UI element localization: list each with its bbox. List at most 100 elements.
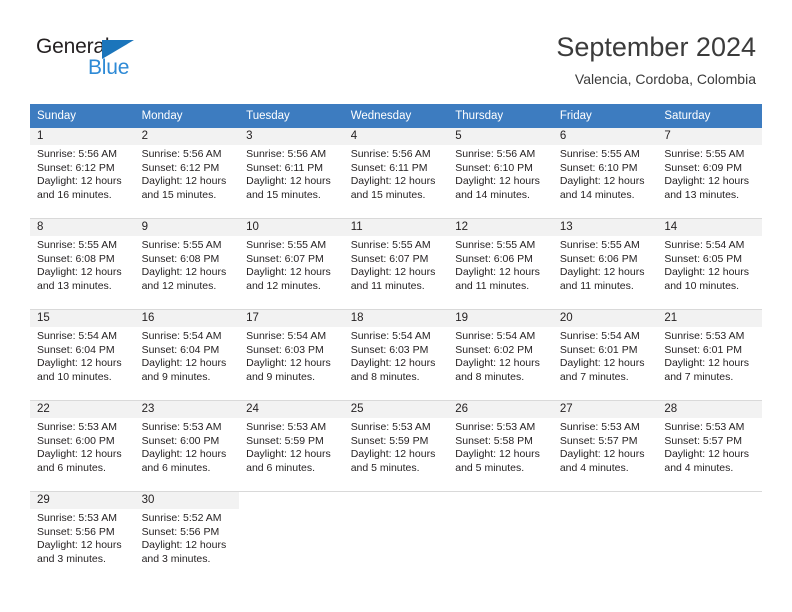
daylight-text-line2: and 7 minutes. <box>664 370 734 383</box>
day-number: 26 <box>448 401 553 418</box>
title-block: September 2024 Valencia, Cordoba, Colomb… <box>556 30 756 88</box>
calendar-day-cell[interactable]: 26 Sunrise: 5:53 AM Sunset: 5:58 PM Dayl… <box>448 400 553 492</box>
calendar-day-cell[interactable]: 7 Sunrise: 5:55 AM Sunset: 6:09 PM Dayli… <box>657 128 762 219</box>
sunrise-text: Sunrise: 5:55 AM <box>37 239 117 251</box>
daylight-text-line1: Daylight: 12 hours <box>141 539 227 552</box>
day-number: 28 <box>657 401 762 418</box>
day-details: Sunrise: 5:52 AM Sunset: 5:56 PM Dayligh… <box>135 509 240 566</box>
daylight-text-line1: Daylight: 12 hours <box>350 357 436 370</box>
calendar-day-cell[interactable]: 2 Sunrise: 5:56 AM Sunset: 6:12 PM Dayli… <box>134 128 240 219</box>
calendar-day-cell[interactable]: 27 Sunrise: 5:53 AM Sunset: 5:57 PM Dayl… <box>552 400 658 492</box>
sunset-text: Sunset: 6:06 PM <box>559 252 638 265</box>
daylight-text-line2: and 15 minutes. <box>246 188 321 201</box>
calendar-day-cell[interactable]: 30 Sunrise: 5:52 AM Sunset: 5:56 PM Dayl… <box>134 491 240 582</box>
daylight-text-line1: Daylight: 12 hours <box>455 266 540 279</box>
day-cell-inner: 17 Sunrise: 5:54 AM Sunset: 6:03 PM Dayl… <box>239 310 344 400</box>
daylight-text-line2: and 11 minutes. <box>350 279 425 292</box>
calendar-day-cell-empty <box>448 491 553 582</box>
sunrise-text: Sunrise: 5:56 AM <box>141 148 222 160</box>
day-details: Sunrise: 5:53 AM Sunset: 6:00 PM Dayligh… <box>135 418 240 475</box>
sunset-text: Sunset: 5:57 PM <box>664 434 743 447</box>
calendar-day-cell[interactable]: 3 Sunrise: 5:56 AM Sunset: 6:11 PM Dayli… <box>239 128 344 219</box>
calendar-day-cell[interactable]: 4 Sunrise: 5:56 AM Sunset: 6:11 PM Dayli… <box>343 128 449 219</box>
sunrise-text: Sunrise: 5:54 AM <box>455 330 536 342</box>
daylight-text-line1: Daylight: 12 hours <box>664 357 750 370</box>
calendar-day-cell[interactable]: 15 Sunrise: 5:54 AM Sunset: 6:04 PM Dayl… <box>30 309 135 401</box>
sunset-text: Sunset: 5:57 PM <box>559 434 638 447</box>
sunrise-text: Sunrise: 5:52 AM <box>141 512 222 524</box>
day-number: 14 <box>657 219 762 236</box>
sunrise-text: Sunrise: 5:55 AM <box>559 239 640 251</box>
day-cell-inner: 20 Sunrise: 5:54 AM Sunset: 6:01 PM Dayl… <box>552 310 658 400</box>
day-number: 22 <box>30 401 135 418</box>
sunrise-text: Sunrise: 5:54 AM <box>350 330 431 342</box>
daylight-text-line1: Daylight: 12 hours <box>350 175 436 188</box>
sunset-text: Sunset: 6:07 PM <box>350 252 429 265</box>
day-details: Sunrise: 5:55 AM Sunset: 6:09 PM Dayligh… <box>657 145 762 202</box>
sunset-text: Sunset: 6:01 PM <box>559 343 638 356</box>
day-cell-inner: 14 Sunrise: 5:54 AM Sunset: 6:05 PM Dayl… <box>657 219 762 309</box>
day-cell-inner: 10 Sunrise: 5:55 AM Sunset: 6:07 PM Dayl… <box>239 219 344 309</box>
sunset-text: Sunset: 6:03 PM <box>350 343 429 356</box>
general-blue-logo[interactable]: General Blue <box>36 36 166 82</box>
calendar-day-cell[interactable]: 1 Sunrise: 5:56 AM Sunset: 6:12 PM Dayli… <box>30 128 135 219</box>
calendar-day-cell[interactable]: 29 Sunrise: 5:53 AM Sunset: 5:56 PM Dayl… <box>30 491 135 582</box>
calendar-day-cell[interactable]: 28 Sunrise: 5:53 AM Sunset: 5:57 PM Dayl… <box>657 400 762 492</box>
daylight-text-line2: and 4 minutes. <box>559 461 629 474</box>
sunset-text: Sunset: 6:12 PM <box>141 161 220 174</box>
day-number: 21 <box>657 310 762 327</box>
day-number <box>344 492 449 509</box>
calendar-day-cell[interactable]: 17 Sunrise: 5:54 AM Sunset: 6:03 PM Dayl… <box>239 309 344 401</box>
calendar-table: Sunday Monday Tuesday Wednesday Thursday… <box>30 104 762 582</box>
daylight-text-line1: Daylight: 12 hours <box>559 357 645 370</box>
calendar-day-cell[interactable]: 13 Sunrise: 5:55 AM Sunset: 6:06 PM Dayl… <box>552 218 658 310</box>
day-cell-inner: 5 Sunrise: 5:56 AM Sunset: 6:10 PM Dayli… <box>448 128 553 218</box>
calendar-day-cell[interactable]: 11 Sunrise: 5:55 AM Sunset: 6:07 PM Dayl… <box>343 218 449 310</box>
day-cell-inner <box>344 492 449 582</box>
day-number: 19 <box>448 310 553 327</box>
calendar-day-cell[interactable]: 18 Sunrise: 5:54 AM Sunset: 6:03 PM Dayl… <box>343 309 449 401</box>
day-number: 3 <box>239 128 344 145</box>
day-cell-inner <box>553 492 658 582</box>
calendar-day-cell[interactable]: 10 Sunrise: 5:55 AM Sunset: 6:07 PM Dayl… <box>239 218 344 310</box>
calendar-day-cell[interactable]: 22 Sunrise: 5:53 AM Sunset: 6:00 PM Dayl… <box>30 400 135 492</box>
sunset-text: Sunset: 6:10 PM <box>455 161 533 174</box>
day-cell-inner: 8 Sunrise: 5:55 AM Sunset: 6:08 PM Dayli… <box>30 219 135 309</box>
daylight-text-line1: Daylight: 12 hours <box>559 175 645 188</box>
calendar-day-cell[interactable]: 19 Sunrise: 5:54 AM Sunset: 6:02 PM Dayl… <box>448 309 553 401</box>
calendar-day-cell[interactable]: 21 Sunrise: 5:53 AM Sunset: 6:01 PM Dayl… <box>657 309 762 401</box>
daylight-text-line2: and 12 minutes. <box>246 279 321 292</box>
day-cell-inner: 18 Sunrise: 5:54 AM Sunset: 6:03 PM Dayl… <box>343 310 449 400</box>
day-details: Sunrise: 5:54 AM Sunset: 6:01 PM Dayligh… <box>553 327 658 384</box>
day-details: Sunrise: 5:53 AM Sunset: 6:00 PM Dayligh… <box>30 418 135 475</box>
calendar-day-cell[interactable]: 24 Sunrise: 5:53 AM Sunset: 5:59 PM Dayl… <box>239 400 344 492</box>
calendar-day-cell[interactable]: 6 Sunrise: 5:55 AM Sunset: 6:10 PM Dayli… <box>552 128 658 219</box>
sunset-text: Sunset: 6:11 PM <box>246 161 323 174</box>
day-number: 24 <box>239 401 344 418</box>
weekday-header-monday: Monday <box>134 104 240 128</box>
calendar-day-cell[interactable]: 5 Sunrise: 5:56 AM Sunset: 6:10 PM Dayli… <box>448 128 553 219</box>
calendar-day-cell[interactable]: 16 Sunrise: 5:54 AM Sunset: 6:04 PM Dayl… <box>134 309 240 401</box>
day-details: Sunrise: 5:55 AM Sunset: 6:08 PM Dayligh… <box>30 236 135 293</box>
calendar-day-cell[interactable]: 23 Sunrise: 5:53 AM Sunset: 6:00 PM Dayl… <box>134 400 240 492</box>
day-cell-inner: 16 Sunrise: 5:54 AM Sunset: 6:04 PM Dayl… <box>134 310 240 400</box>
sunrise-text: Sunrise: 5:56 AM <box>350 148 431 160</box>
sunset-text: Sunset: 6:09 PM <box>664 161 743 174</box>
day-number: 12 <box>448 219 553 236</box>
daylight-text-line1: Daylight: 12 hours <box>141 357 227 370</box>
calendar-day-cell[interactable]: 9 Sunrise: 5:55 AM Sunset: 6:08 PM Dayli… <box>134 218 240 310</box>
day-number: 15 <box>30 310 135 327</box>
calendar-day-cell[interactable]: 25 Sunrise: 5:53 AM Sunset: 5:59 PM Dayl… <box>343 400 449 492</box>
daylight-text-line2: and 9 minutes. <box>141 370 211 383</box>
calendar-day-cell[interactable]: 8 Sunrise: 5:55 AM Sunset: 6:08 PM Dayli… <box>30 218 135 310</box>
weekday-header-wednesday: Wednesday <box>343 104 449 128</box>
day-cell-inner: 3 Sunrise: 5:56 AM Sunset: 6:11 PM Dayli… <box>239 128 344 218</box>
calendar-day-cell[interactable]: 14 Sunrise: 5:54 AM Sunset: 6:05 PM Dayl… <box>657 218 762 310</box>
day-number: 6 <box>552 128 658 145</box>
calendar-day-cell[interactable]: 20 Sunrise: 5:54 AM Sunset: 6:01 PM Dayl… <box>552 309 658 401</box>
calendar-day-cell[interactable]: 12 Sunrise: 5:55 AM Sunset: 6:06 PM Dayl… <box>448 218 553 310</box>
sunrise-text: Sunrise: 5:53 AM <box>246 421 327 433</box>
daylight-text-line1: Daylight: 12 hours <box>559 448 645 461</box>
calendar-day-cell-empty <box>343 491 449 582</box>
day-cell-inner: 7 Sunrise: 5:55 AM Sunset: 6:09 PM Dayli… <box>657 128 762 218</box>
